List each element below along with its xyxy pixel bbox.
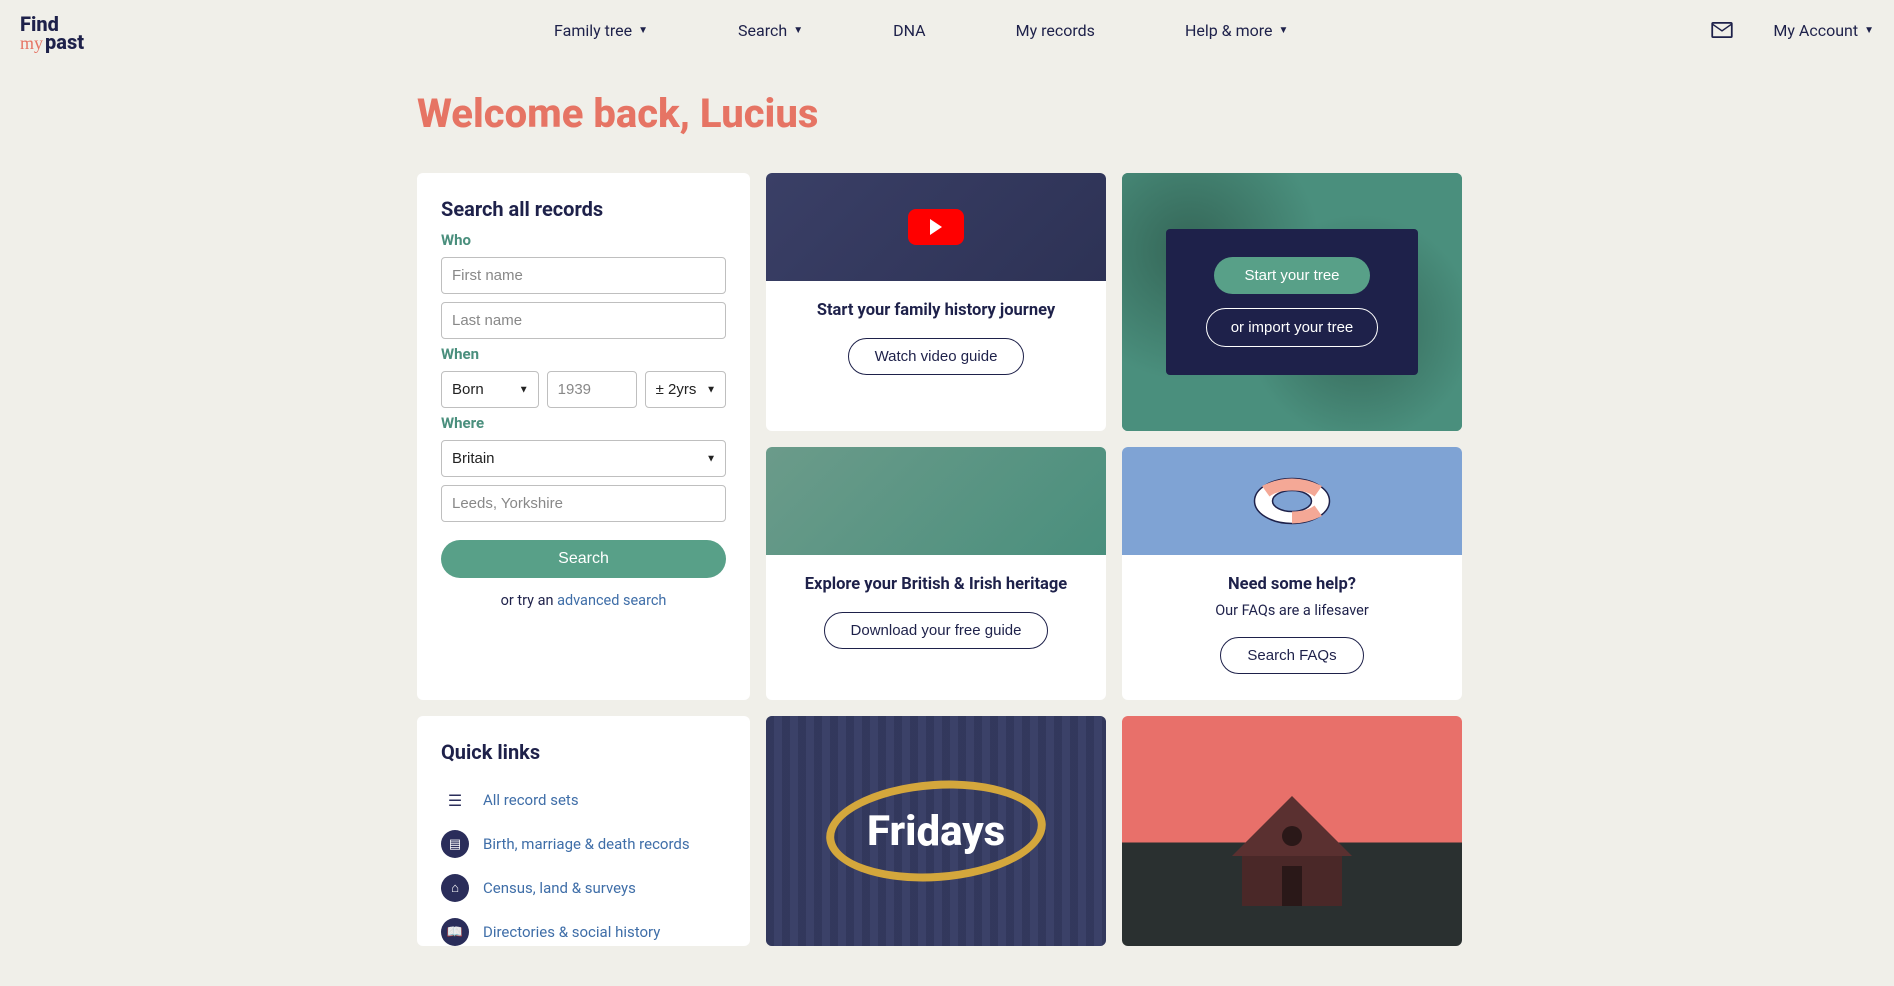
video-thumbnail[interactable]: [766, 173, 1106, 281]
quick-links-card: Quick links ☰ All record sets ▤ Birth, m…: [417, 716, 750, 946]
logo-line2: mypast: [20, 33, 84, 51]
document-icon: ▤: [441, 830, 469, 858]
where-label: Where: [441, 414, 726, 432]
list-icon: ☰: [441, 786, 469, 814]
fridays-card[interactable]: Fridays: [766, 716, 1106, 946]
nav-search-label: Search: [738, 21, 787, 40]
nav-account[interactable]: My Account ▼: [1773, 21, 1874, 40]
nav-family-tree[interactable]: Family tree ▼: [554, 21, 648, 40]
nav-dna[interactable]: DNA: [893, 21, 926, 40]
main-nav: Family tree ▼ Search ▼ DNA My records He…: [554, 21, 1288, 40]
help-card-sub: Our FAQs are a lifesaver: [1140, 602, 1444, 619]
search-records-card: Search all records Who When Born ▼ ± 2yr…: [417, 173, 750, 700]
church-icon: [1222, 796, 1362, 906]
start-tree-card: Start your tree or import your tree: [1122, 173, 1462, 431]
mail-icon[interactable]: [1711, 22, 1733, 38]
who-label: Who: [441, 231, 726, 249]
chevron-down-icon: ▼: [793, 25, 803, 36]
nav-family-tree-label: Family tree: [554, 21, 632, 40]
book-icon: 📖: [441, 918, 469, 946]
quick-link-directories-label[interactable]: Directories & social history: [483, 923, 660, 941]
heritage-image: [766, 447, 1106, 555]
nav-account-label: My Account: [1773, 21, 1858, 40]
first-name-input[interactable]: [441, 257, 726, 294]
quick-link-all[interactable]: ☰ All record sets: [441, 778, 726, 822]
event-type-select[interactable]: Born: [441, 371, 539, 408]
advanced-search-link[interactable]: advanced search: [557, 592, 666, 609]
chevron-down-icon: ▼: [1279, 25, 1289, 36]
watch-video-button[interactable]: Watch video guide: [848, 338, 1025, 375]
nav-my-records-label: My records: [1016, 21, 1095, 40]
heritage-card-title: Explore your British & Irish heritage: [784, 575, 1088, 594]
or-try-prefix: or try an: [501, 592, 558, 609]
search-card-title: Search all records: [441, 197, 726, 221]
start-tree-button[interactable]: Start your tree: [1214, 257, 1369, 294]
house-icon: ⌂: [441, 874, 469, 902]
nav-dna-label: DNA: [893, 21, 926, 40]
download-guide-button[interactable]: Download your free guide: [824, 612, 1049, 649]
play-icon: [908, 209, 964, 245]
quick-link-directories[interactable]: 📖 Directories & social history: [441, 910, 726, 946]
quick-link-bmd[interactable]: ▤ Birth, marriage & death records: [441, 822, 726, 866]
when-label: When: [441, 345, 726, 363]
lifering-icon: [1247, 471, 1337, 531]
heritage-card: Explore your British & Irish heritage Do…: [766, 447, 1106, 700]
nav-help-label: Help & more: [1185, 21, 1273, 40]
search-faqs-button[interactable]: Search FAQs: [1220, 637, 1363, 674]
help-card-title: Need some help?: [1140, 575, 1444, 594]
last-name-input[interactable]: [441, 302, 726, 339]
country-select[interactable]: Britain: [441, 440, 726, 477]
year-input[interactable]: [547, 371, 637, 408]
nav-search[interactable]: Search ▼: [738, 21, 803, 40]
advanced-search-line: or try an advanced search: [441, 592, 726, 609]
place-input[interactable]: [441, 485, 726, 522]
help-image: [1122, 447, 1462, 555]
video-card-title: Start your family history journey: [784, 301, 1088, 320]
chevron-down-icon: ▼: [1864, 25, 1874, 36]
quick-link-census-label[interactable]: Census, land & surveys: [483, 879, 636, 897]
church-card[interactable]: [1122, 716, 1462, 946]
quick-link-census[interactable]: ⌂ Census, land & surveys: [441, 866, 726, 910]
tree-panel: Start your tree or import your tree: [1166, 229, 1419, 375]
nav-help[interactable]: Help & more ▼: [1185, 21, 1288, 40]
quick-link-all-label[interactable]: All record sets: [483, 791, 579, 809]
top-nav: Find mypast Family tree ▼ Search ▼ DNA M…: [0, 0, 1894, 60]
help-card: Need some help? Our FAQs are a lifesaver…: [1122, 447, 1462, 700]
quick-links-title: Quick links: [441, 740, 726, 764]
right-nav: My Account ▼: [1711, 21, 1874, 40]
search-button[interactable]: Search: [441, 540, 726, 578]
tolerance-select[interactable]: ± 2yrs: [645, 371, 726, 408]
logo[interactable]: Find mypast: [20, 9, 84, 51]
welcome-heading: Welcome back, Lucius: [417, 90, 1477, 137]
video-guide-card: Start your family history journey Watch …: [766, 173, 1106, 431]
nav-my-records[interactable]: My records: [1016, 21, 1095, 40]
chevron-down-icon: ▼: [638, 25, 648, 36]
quick-link-bmd-label[interactable]: Birth, marriage & death records: [483, 835, 690, 853]
fridays-text: Fridays: [867, 807, 1005, 856]
import-tree-button[interactable]: or import your tree: [1206, 308, 1379, 347]
